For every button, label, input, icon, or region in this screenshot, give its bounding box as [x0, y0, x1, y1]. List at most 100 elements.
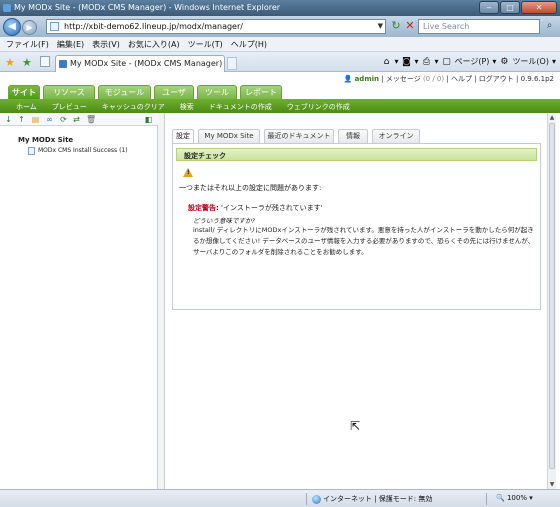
favorites-star-icon[interactable]: ★	[5, 56, 15, 69]
user-bar: 👤 admin | メッセージ (0 / 0) | ヘルプ | ログアウト | …	[343, 75, 554, 83]
tab-my-site[interactable]: My MODx Site	[198, 129, 260, 143]
menu-favorites[interactable]: お気に入り(A)	[128, 39, 180, 51]
status-bar: インターネット | 保護モード: 無効 🔍 100% ▾	[0, 489, 560, 507]
command-bar: ⌂ ▾ ◙ ▾ ⎙ ▾ ▢ ページ(P) ▾ ⚙ ツール(O) ▾	[381, 56, 556, 67]
tree-root[interactable]: My MODx Site	[18, 136, 128, 144]
help-link[interactable]: ヘルプ	[451, 75, 472, 83]
address-bar[interactable]: http://xbit-demo62.lineup.jp/modx/manage…	[46, 19, 386, 34]
document-tree-panel: ↓ ↑ ▤ ∞ ⟳ ⇄ 🗑 ◧ My MODx Site MODx CMS In…	[0, 113, 158, 489]
tab-site[interactable]: サイト	[8, 85, 40, 99]
tab-info[interactable]: 情報	[338, 129, 368, 143]
stop-icon[interactable]: ✕	[404, 19, 416, 34]
feeds-icon[interactable]: ◙	[401, 57, 411, 67]
home-icon[interactable]: ⌂	[381, 57, 391, 67]
browser-tab-title: My MODx Site - (MODx CMS Manager)	[70, 59, 223, 68]
menu-tools[interactable]: ツール(T)	[188, 39, 223, 51]
feeds-dropdown-icon[interactable]: ▾	[414, 57, 418, 66]
warning-explanation: install/ ディレクトリにMODxインストーラが残されています。悪意を持っ…	[193, 226, 535, 256]
zoom-dropdown-icon[interactable]: ▾	[529, 494, 533, 502]
new-document-icon[interactable]: ▤	[31, 115, 40, 124]
panel-splitter[interactable]	[158, 113, 165, 489]
warning-icon	[183, 168, 193, 177]
print-icon[interactable]: ⎙	[422, 57, 432, 67]
subnav-new-document[interactable]: ドキュメントの作成	[209, 102, 272, 113]
subnav-clear-cache[interactable]: キャッシュのクリア	[102, 102, 165, 113]
back-button[interactable]: ◀	[3, 18, 21, 36]
subnav-search[interactable]: 検索	[180, 102, 194, 113]
window-controls: ‒ □ ✕	[479, 1, 557, 14]
scroll-up-icon[interactable]: ▲	[548, 113, 556, 122]
page-menu[interactable]: ページ(P)	[455, 56, 490, 67]
new-tab-button[interactable]	[227, 57, 237, 70]
config-check-panel: 設定チェック 一つまたはそれ以上の設定に問題があります: 設定警告: 'インスト…	[172, 143, 541, 310]
mouse-cursor-icon: ⇱	[350, 419, 361, 433]
document-icon	[28, 147, 35, 155]
refresh-tree-icon[interactable]: ⟳	[59, 115, 68, 124]
warning-label: 設定警告:	[188, 204, 219, 212]
menu-edit[interactable]: 編集(E)	[57, 39, 84, 51]
tab-recent-documents[interactable]: 最近のドキュメント	[264, 129, 334, 143]
tab-users[interactable]: ユーザ	[154, 85, 194, 99]
sort-tree-icon[interactable]: ⇄	[72, 115, 81, 124]
add-favorite-icon[interactable]: ★	[22, 56, 32, 69]
zoom-icon: 🔍	[496, 494, 505, 502]
menu-help[interactable]: ヘルプ(H)	[231, 39, 267, 51]
menu-bar: ファイル(F) 編集(E) 表示(V) お気に入り(A) ツール(T) ヘルプ(…	[0, 37, 560, 52]
scroll-thumb[interactable]	[549, 123, 555, 469]
document-tree: My MODx Site MODx CMS Install Success (1…	[18, 136, 128, 155]
version-label: 0.9.6.1p2	[520, 75, 554, 83]
menu-view[interactable]: 表示(V)	[92, 39, 120, 51]
subnav-preview[interactable]: プレビュー	[52, 102, 87, 113]
config-summary: 一つまたはそれ以上の設定に問題があります:	[179, 184, 322, 192]
home-dropdown-icon[interactable]: ▾	[394, 57, 398, 66]
tools-dropdown-icon[interactable]: ▾	[552, 57, 556, 66]
tab-modules[interactable]: モジュール	[98, 85, 151, 99]
page-dropdown-icon[interactable]: ▾	[492, 57, 496, 66]
maximize-button[interactable]: □	[500, 1, 520, 14]
refresh-icon[interactable]: ↻	[389, 19, 403, 34]
logout-link[interactable]: ログアウト	[479, 75, 514, 83]
expand-tree-icon[interactable]: ↓	[4, 115, 13, 124]
tree-item[interactable]: MODx CMS Install Success (1)	[28, 147, 128, 155]
zoom-level: 100%	[506, 494, 527, 502]
message-count: (0 / 0)	[422, 75, 445, 83]
address-url[interactable]: http://xbit-demo62.lineup.jp/modx/manage…	[64, 22, 243, 31]
minimize-button[interactable]: ‒	[479, 1, 499, 14]
browser-tab[interactable]: My MODx Site - (MODx CMS Manager)	[55, 55, 225, 72]
zoom-control[interactable]: 🔍 100% ▾	[496, 494, 533, 502]
subnav-home[interactable]: ホーム	[16, 102, 37, 113]
messages-link[interactable]: メッセージ	[386, 75, 421, 83]
print-dropdown-icon[interactable]: ▾	[435, 57, 439, 66]
tab-favicon-icon	[59, 60, 67, 68]
search-icon[interactable]: ⌕	[542, 19, 557, 34]
hide-tree-icon[interactable]: ◧	[144, 115, 153, 124]
zone-label: インターネット | 保護モード: 無効	[323, 495, 433, 503]
tree-item-label: MODx CMS Install Success	[38, 147, 118, 154]
tools-menu[interactable]: ツール(O)	[512, 56, 549, 67]
warning-message: 'インストーラが残されています'	[221, 204, 323, 212]
address-dropdown-icon[interactable]: ▼	[378, 22, 383, 30]
username[interactable]: admin	[355, 75, 379, 83]
forward-button[interactable]: ▶	[22, 20, 37, 35]
collapse-tree-icon[interactable]: ↑	[17, 115, 26, 124]
close-button[interactable]: ✕	[521, 1, 557, 14]
tab-reports[interactable]: レポート	[240, 85, 282, 99]
subnav-new-weblink[interactable]: ウェブリンクの作成	[287, 102, 350, 113]
trash-icon[interactable]: 🗑	[86, 115, 96, 124]
live-search-input[interactable]: Live Search	[418, 19, 540, 34]
ie-app-icon	[3, 4, 11, 12]
sub-nav: ホーム プレビュー キャッシュのクリア 検索 ドキュメントの作成 ウェブリンクの…	[0, 99, 560, 113]
tab-online[interactable]: オンライン	[372, 129, 420, 143]
menu-file[interactable]: ファイル(F)	[6, 39, 49, 51]
tab-tools[interactable]: ツール	[197, 85, 237, 99]
scroll-down-icon[interactable]: ▼	[548, 480, 556, 489]
tab-resources[interactable]: リソース	[43, 85, 95, 99]
new-weblink-icon[interactable]: ∞	[45, 115, 54, 124]
tools-gear-icon: ⚙	[500, 56, 509, 67]
tab-config[interactable]: 設定	[172, 129, 194, 144]
page-content: 👤 admin | メッセージ (0 / 0) | ヘルプ | ログアウト | …	[0, 72, 560, 489]
window-title-bar: My MODx Site - (MODx CMS Manager) - Wind…	[0, 0, 560, 16]
security-zone: インターネット | 保護モード: 無効	[312, 494, 432, 504]
quick-tabs-icon[interactable]	[40, 56, 50, 67]
page-scrollbar[interactable]: ▲ ▼	[547, 113, 556, 489]
